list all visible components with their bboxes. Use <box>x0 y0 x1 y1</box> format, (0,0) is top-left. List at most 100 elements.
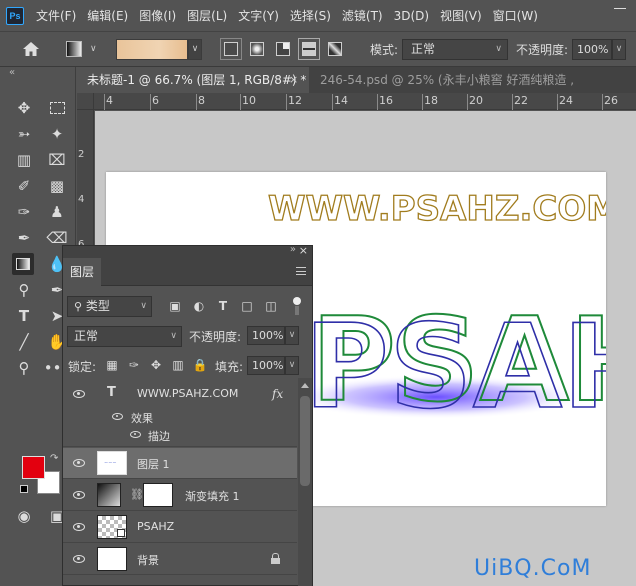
crop-tool-icon[interactable]: ▥ <box>13 149 35 171</box>
visibility-eye-icon[interactable] <box>73 491 85 499</box>
gradient-editor-swatch[interactable] <box>116 39 188 60</box>
layer-row-url-text[interactable]: T WWW.PSAHZ.COM fx <box>63 378 297 410</box>
canvas-url-text: WWW.PSAHZ.COM <box>268 189 606 229</box>
scroll-up-icon[interactable] <box>301 383 309 388</box>
effects-row[interactable]: 效果 <box>63 408 297 426</box>
foreground-color-swatch[interactable] <box>22 456 45 479</box>
layer-row-gradient-fill[interactable]: ⛓ 渐变填充 1 <box>63 480 297 511</box>
linear-gradient-icon[interactable] <box>220 38 242 60</box>
visibility-eye-icon[interactable] <box>73 523 85 531</box>
lock-all-icon[interactable]: 🔒 <box>193 358 208 372</box>
ruler-origin[interactable] <box>77 93 94 110</box>
menu-window[interactable]: 窗口(W) <box>493 7 538 24</box>
horizontal-ruler[interactable]: 4 6 8 10 12 14 16 18 20 22 24 26 <box>94 93 636 110</box>
eyedropper-icon[interactable]: ✐ <box>13 175 35 197</box>
quick-mask-icon[interactable]: ◉ <box>13 505 35 527</box>
patch-tool-icon[interactable]: ▩ <box>46 175 68 197</box>
filter-pixel-icon[interactable]: ▣ <box>168 299 182 313</box>
layer-opacity-input[interactable]: 100% <box>247 326 285 345</box>
gradient-tool-icon[interactable] <box>12 253 34 275</box>
lock-image-icon[interactable]: ✑ <box>127 358 141 372</box>
fill-dropdown[interactable]: ∨ <box>285 356 299 375</box>
marquee-tool-icon[interactable] <box>46 97 68 119</box>
filter-shape-icon[interactable]: □ <box>240 299 254 313</box>
layer-row-psahz[interactable]: PSAHZ <box>63 512 297 543</box>
layer-row-layer-1[interactable]: ∼∼∼ 图层 1 <box>63 448 297 479</box>
menu-3d[interactable]: 3D(D) <box>394 9 429 23</box>
type-tool-icon[interactable]: T <box>13 305 35 327</box>
link-icon[interactable]: ⛓ <box>130 488 144 501</box>
angle-gradient-icon[interactable] <box>276 42 290 56</box>
frame-tool-icon[interactable]: ⌧ <box>46 149 68 171</box>
blend-mode-value: 正常 <box>74 329 99 343</box>
collapse-icon[interactable]: « <box>9 67 15 78</box>
menu-filter[interactable]: 滤镜(T) <box>342 7 383 24</box>
zoom-tool-icon[interactable]: ⚲ <box>13 357 35 379</box>
filter-value: 类型 <box>85 299 110 313</box>
opacity-dropdown[interactable]: ∨ <box>612 39 626 60</box>
swap-colors-icon[interactable]: ↷ <box>50 453 58 464</box>
lock-position-icon[interactable]: ✥ <box>149 358 163 372</box>
menu-edit[interactable]: 编辑(E) <box>87 7 128 24</box>
visibility-eye-icon[interactable] <box>73 555 85 563</box>
tab-layers[interactable]: 图层 <box>63 258 101 286</box>
fx-icon[interactable]: fx <box>272 387 283 401</box>
menu-type[interactable]: 文字(Y) <box>238 7 279 24</box>
minimize-icon[interactable] <box>614 8 626 9</box>
close-icon[interactable]: × <box>299 244 308 257</box>
lock-artboard-icon[interactable]: ▥ <box>171 358 185 372</box>
move-tool-icon[interactable]: ✥ <box>13 97 35 119</box>
scroll-thumb[interactable] <box>300 396 310 486</box>
ruler-tick: 16 <box>377 94 393 110</box>
menu-select[interactable]: 选择(S) <box>290 7 331 24</box>
mask-thumbnail[interactable] <box>143 483 173 507</box>
home-icon[interactable] <box>22 41 40 57</box>
visibility-eye-icon[interactable] <box>73 390 85 398</box>
filter-type-icon[interactable]: T <box>216 299 230 313</box>
layer-filter-select[interactable]: ⚲ 类型 ∨ <box>67 296 152 317</box>
radial-gradient-icon[interactable] <box>250 42 264 56</box>
filter-toggle-icon[interactable] <box>292 297 302 315</box>
close-icon[interactable]: × <box>289 67 298 93</box>
stamp-tool-icon[interactable]: ♟ <box>46 201 68 223</box>
menu-view[interactable]: 视图(V) <box>440 7 482 24</box>
magic-wand-icon[interactable]: ✦ <box>46 123 68 145</box>
collapse-panel-icon[interactable]: » <box>290 244 296 255</box>
gradient-picker-dropdown[interactable]: ∨ <box>188 39 202 60</box>
layers-scrollbar[interactable] <box>298 378 312 586</box>
reflected-gradient-icon[interactable] <box>298 38 320 60</box>
brush-tool-icon[interactable]: ✑ <box>13 201 35 223</box>
smart-object-icon <box>117 529 125 537</box>
chevron-down-icon[interactable]: ∨ <box>90 44 97 54</box>
stroke-effect-row[interactable]: 描边 <box>63 426 297 447</box>
default-colors-icon[interactable] <box>20 485 28 493</box>
text-layer-icon: T <box>107 385 116 400</box>
layer-name: WWW.PSAHZ.COM <box>137 387 239 400</box>
line-tool-icon[interactable]: ╱ <box>13 331 35 353</box>
menu-layer[interactable]: 图层(L) <box>187 7 227 24</box>
fill-input[interactable]: 100% <box>247 356 285 375</box>
ruler-tick: 6 <box>150 94 159 110</box>
visibility-eye-icon[interactable] <box>112 413 123 420</box>
filter-adjustment-icon[interactable]: ◐ <box>192 299 206 313</box>
visibility-eye-icon[interactable] <box>130 431 141 438</box>
blend-mode-select[interactable]: 正常 ∨ <box>67 326 182 347</box>
layer-opacity-dropdown[interactable]: ∨ <box>285 326 299 345</box>
opacity-input[interactable]: 100% <box>572 39 612 60</box>
dodge-tool-icon[interactable]: ⚲ <box>13 279 35 301</box>
filter-smart-object-icon[interactable]: ◫ <box>264 299 278 313</box>
photoshop-logo-icon[interactable]: Ps <box>6 6 24 25</box>
lock-transparent-icon[interactable]: ▦ <box>105 358 119 372</box>
tab-246-54-psd[interactable]: 246-54.psd @ 25% (永丰小粮窖 好酒纯粮造 , <box>310 67 636 93</box>
mode-select[interactable]: 正常 ∨ <box>402 39 508 60</box>
history-brush-icon[interactable]: ✒ <box>13 227 35 249</box>
gradient-preset-icon[interactable] <box>66 41 82 57</box>
diamond-gradient-icon[interactable] <box>328 42 342 56</box>
panel-menu-icon[interactable] <box>296 267 306 275</box>
layer-row-background[interactable]: 背景 <box>63 544 297 575</box>
tab-untitled-1[interactable]: 未标题-1 @ 66.7% (图层 1, RGB/8#) * × <box>77 67 309 93</box>
lasso-tool-icon[interactable]: ➳ <box>13 123 35 145</box>
visibility-eye-icon[interactable] <box>73 459 85 467</box>
menu-image[interactable]: 图像(I) <box>139 7 176 24</box>
menu-file[interactable]: 文件(F) <box>36 7 76 24</box>
